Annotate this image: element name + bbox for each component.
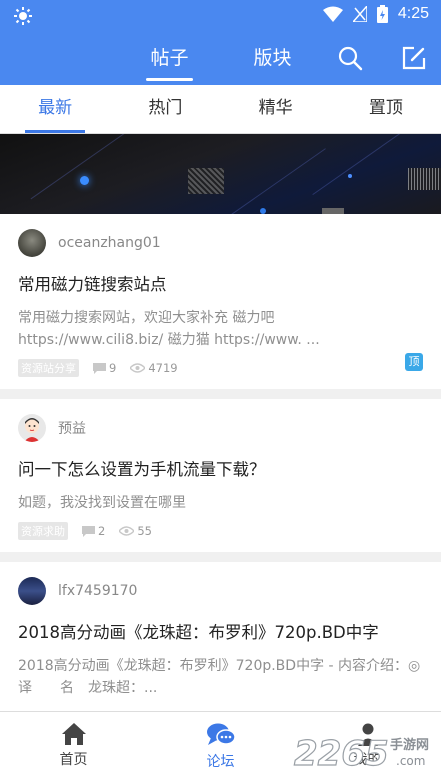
tab-boards[interactable]: 版块: [243, 33, 302, 85]
comment-icon: [93, 362, 106, 374]
post-author[interactable]: oceanzhang01: [58, 235, 161, 251]
eye-icon: [130, 363, 146, 373]
post-excerpt: 如题，我没找到设置在哪里: [18, 495, 186, 511]
tab-posts[interactable]: 帖子: [140, 33, 199, 85]
svg-text:.com: .com: [396, 754, 425, 768]
view-count: 55: [137, 524, 152, 538]
post-card[interactable]: oceanzhang01 常用磁力链搜索站点 常用磁力搜索网站，欢迎大家补充 磁…: [0, 214, 441, 389]
post-feed: oceanzhang01 常用磁力链搜索站点 常用磁力搜索网站，欢迎大家补充 磁…: [0, 214, 441, 711]
svg-text:手游网: 手游网: [390, 737, 429, 753]
sub-tabs: 最新 热门 精华 置顶: [0, 85, 441, 134]
compose-icon[interactable]: [401, 45, 427, 71]
view-count: 4719: [148, 361, 178, 375]
nav-home[interactable]: 首页: [0, 712, 147, 784]
svg-text:2265: 2265: [294, 734, 389, 774]
no-signal-icon: [352, 6, 367, 22]
tab-hot[interactable]: 热门: [110, 85, 220, 133]
post-tag[interactable]: 资源求助: [18, 522, 68, 540]
tab-latest[interactable]: 最新: [0, 85, 110, 133]
pinned-badge: 顶: [405, 353, 423, 371]
post-author[interactable]: lfx7459170: [58, 583, 137, 599]
comment-count: 2: [98, 524, 106, 538]
avatar[interactable]: [18, 414, 46, 442]
avatar[interactable]: [18, 577, 46, 605]
eye-icon: [119, 526, 135, 536]
status-bar: 4:25: [0, 0, 441, 33]
forum-icon: [206, 723, 236, 745]
watermark-logo: 2265 手游网 .com: [292, 727, 438, 775]
status-time: 4:25: [397, 5, 429, 22]
battery-icon: [376, 5, 388, 23]
nav-home-label: 首页: [59, 752, 88, 768]
tab-pinned[interactable]: 置顶: [331, 85, 441, 133]
search-icon[interactable]: [337, 45, 363, 71]
comment-icon: [82, 525, 95, 537]
app-bar: 帖子 版块: [0, 33, 441, 85]
post-excerpt: 2018高分动画《龙珠超：布罗利》720p.BD中字 - 内容介绍：◎译 名 龙…: [18, 658, 421, 696]
post-author[interactable]: 预益: [58, 418, 86, 438]
post-excerpt: 常用磁力搜索网站，欢迎大家补充 磁力吧 https://www.cili8.bi…: [18, 310, 320, 348]
brightness-icon: [14, 7, 32, 25]
tab-featured[interactable]: 精华: [221, 85, 331, 133]
comment-count: 9: [109, 361, 117, 375]
wifi-icon: [322, 6, 343, 22]
nav-forum[interactable]: 论坛: [147, 712, 294, 784]
avatar[interactable]: [18, 229, 46, 257]
top-nav: 帖子 版块: [140, 33, 346, 85]
post-tag[interactable]: 资源站分享: [18, 359, 79, 377]
nav-forum-label: 论坛: [206, 754, 235, 770]
post-title: 2018高分动画《龙珠超：布罗利》720p.BD中字: [18, 623, 379, 642]
post-title: 问一下怎么设置为手机流量下载？: [18, 460, 266, 479]
post-card[interactable]: lfx7459170 2018高分动画《龙珠超：布罗利》720p.BD中字 20…: [0, 562, 441, 711]
home-icon: [61, 723, 86, 745]
banner-image[interactable]: [0, 134, 441, 214]
post-title: 常用磁力链搜索站点: [18, 275, 167, 294]
post-card[interactable]: 预益 问一下怎么设置为手机流量下载？ 如题，我没找到设置在哪里 资源求助 2 5…: [0, 399, 441, 552]
